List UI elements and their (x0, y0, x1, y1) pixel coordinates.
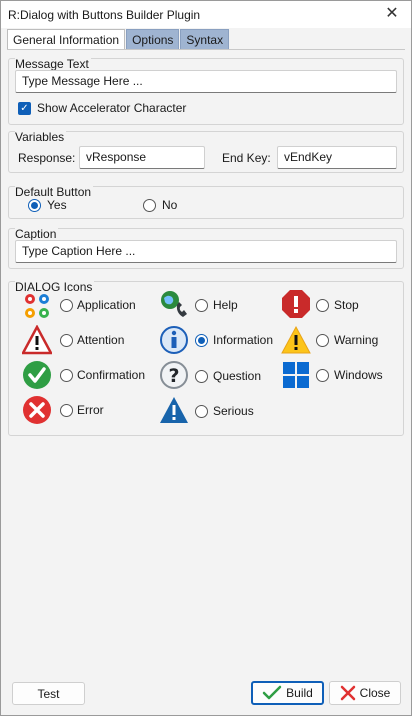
close-button-label: Close (359, 686, 391, 700)
caption-group: Caption Type Caption Here ... (8, 227, 404, 269)
icon-serious-label: Serious (213, 404, 254, 418)
check-icon (262, 685, 282, 700)
response-label: Response: (18, 151, 76, 165)
tab-syntax[interactable]: Syntax (180, 29, 230, 49)
help-globe-phone-icon (161, 291, 187, 317)
question-icon: ? (160, 361, 188, 389)
icon-help-label: Help (213, 298, 238, 312)
icon-error-label: Error (77, 403, 104, 417)
icon-information-label: Information (213, 333, 274, 347)
footer-bar: Test Build Close (1, 675, 411, 715)
default-no-radio[interactable] (143, 199, 156, 212)
icon-attention-radio[interactable] (60, 334, 73, 347)
build-button[interactable]: Build (251, 681, 324, 705)
icon-warning-label: Warning (334, 333, 379, 347)
icon-question-label: Question (213, 369, 262, 383)
default-yes-label: Yes (47, 198, 67, 212)
close-icon[interactable]: ✕ (383, 5, 401, 23)
title-bar: R:Dialog with Buttons Builder Plugin ✕ (1, 1, 411, 28)
icon-serious-radio[interactable] (195, 405, 208, 418)
confirmation-check-icon (23, 361, 51, 389)
icon-confirmation-radio[interactable] (60, 369, 73, 382)
general-information-panel: Message Text Type Message Here ... ✓ Sho… (7, 50, 405, 675)
windows-logo-icon (283, 362, 309, 388)
svg-text:?: ? (168, 365, 179, 387)
show-accelerator-checkbox[interactable]: ✓ (18, 102, 31, 115)
test-button[interactable]: Test (12, 682, 85, 705)
close-x-icon (340, 685, 355, 701)
close-button[interactable]: Close (329, 681, 401, 705)
stop-octagon-icon (282, 290, 310, 318)
application-gears-icon (25, 294, 49, 318)
message-text-group: Message Text Type Message Here ... ✓ Sho… (8, 57, 404, 125)
caption-input[interactable]: Type Caption Here ... (15, 240, 397, 263)
icon-confirmation-label: Confirmation (77, 368, 146, 382)
tab-general-information[interactable]: General Information (7, 29, 126, 50)
icon-windows-radio[interactable] (316, 369, 329, 382)
icon-application-radio[interactable] (60, 299, 73, 312)
variables-group: Variables Response: vResponse End Key: v… (8, 130, 404, 173)
end-key-input[interactable]: vEndKey (277, 146, 397, 169)
icon-error-radio[interactable] (60, 404, 73, 417)
build-button-label: Build (286, 686, 313, 700)
message-text-label: Message Text (15, 57, 91, 71)
default-button-label: Default Button (15, 185, 94, 199)
icon-question-radio[interactable] (195, 370, 208, 383)
tab-options[interactable]: Options (126, 29, 180, 49)
icon-information-radio[interactable] (195, 334, 208, 347)
message-text-input[interactable]: Type Message Here ... (15, 70, 397, 93)
information-icon (160, 326, 188, 354)
default-button-group: Default Button Yes No (8, 185, 404, 219)
icon-warning-radio[interactable] (316, 334, 329, 347)
icon-help-radio[interactable] (195, 299, 208, 312)
test-button-label: Test (37, 686, 60, 701)
icon-stop-radio[interactable] (316, 299, 329, 312)
icon-application-label: Application (77, 298, 136, 312)
default-no-label: No (162, 198, 178, 212)
icon-windows-label: Windows (334, 368, 383, 382)
dialog-icons-group: DIALOG Icons Application Help Stop Atten… (8, 280, 404, 436)
show-accelerator-label: Show Accelerator Character (37, 101, 187, 115)
attention-triangle-icon (22, 325, 52, 355)
variables-label: Variables (15, 130, 67, 144)
serious-triangle-icon (160, 397, 188, 423)
window-title: R:Dialog with Buttons Builder Plugin (8, 7, 201, 22)
warning-triangle-icon (281, 325, 311, 354)
icon-stop-label: Stop (334, 298, 359, 312)
default-yes-radio[interactable] (28, 199, 41, 212)
icon-attention-label: Attention (77, 333, 125, 347)
end-key-label: End Key: (222, 151, 271, 165)
response-input[interactable]: vResponse (79, 146, 205, 169)
dialog-window: R:Dialog with Buttons Builder Plugin ✕ G… (0, 0, 412, 716)
error-x-icon (23, 396, 51, 424)
tab-strip: General Information Options Syntax (7, 29, 230, 50)
caption-label: Caption (15, 227, 59, 241)
